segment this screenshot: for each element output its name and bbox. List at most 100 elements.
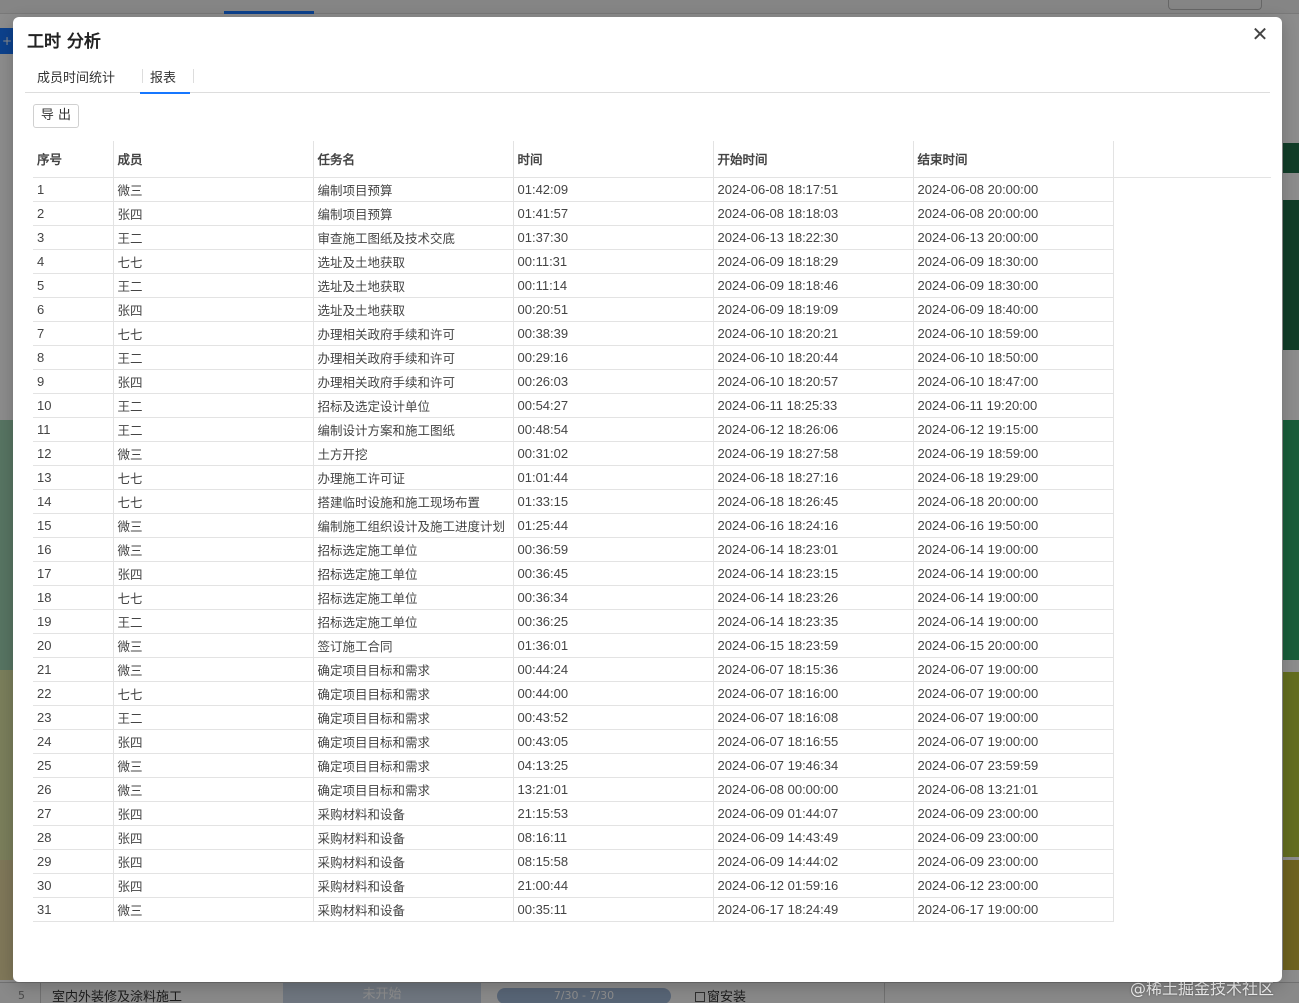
cell-index: 17 <box>33 561 114 586</box>
cell-end-time: 2024-06-09 18:30:00 <box>913 249 1114 274</box>
cell-index: 6 <box>33 297 114 322</box>
table-row[interactable]: 12 微三 土方开挖 00:31:02 2024-06-19 18:27:58 2024-… <box>33 441 1271 466</box>
cell-task: 搭建临时设施和施工现场布置 <box>313 489 514 514</box>
table-row[interactable]: 18 七七 招标选定施工单位 00:36:34 2024-06-14 18:23:26 2… <box>33 585 1271 610</box>
cell-index: 23 <box>33 705 114 730</box>
table-row[interactable]: 26 微三 确定项目目标和需求 13:21:01 2024-06-08 00:00:00… <box>33 777 1271 802</box>
table-row[interactable]: 19 王二 招标选定施工单位 00:36:25 2024-06-14 18:23:35 2… <box>33 609 1271 634</box>
table-row[interactable]: 16 微三 招标选定施工单位 00:36:59 2024-06-14 18:23:01 2… <box>33 537 1271 562</box>
cell-filler <box>1113 849 1271 873</box>
cell-start-time: 2024-06-14 18:23:01 <box>713 537 914 562</box>
cell-index: 20 <box>33 633 114 658</box>
cell-start-time: 2024-06-12 18:26:06 <box>713 417 914 442</box>
table-row[interactable]: 27 张四 采购材料和设备 21:15:53 2024-06-09 01:44:07 20… <box>33 801 1271 826</box>
cell-task: 办理施工许可证 <box>313 465 514 490</box>
cell-end-time: 2024-06-14 19:00:00 <box>913 585 1114 610</box>
cell-index: 4 <box>33 249 114 274</box>
cell-task: 招标选定施工单位 <box>313 561 514 586</box>
cell-duration: 08:16:11 <box>513 825 714 850</box>
table-row[interactable]: 2 张四 编制项目预算 01:41:57 2024-06-08 18:18:03 2024… <box>33 201 1271 226</box>
cell-start-time: 2024-06-17 18:24:49 <box>713 897 914 922</box>
cell-start-time: 2024-06-18 18:27:16 <box>713 465 914 490</box>
table-row[interactable]: 14 七七 搭建临时设施和施工现场布置 01:33:15 2024-06-18 18:2… <box>33 489 1271 514</box>
cell-task: 签订施工合同 <box>313 633 514 658</box>
table-row[interactable]: 22 七七 确定项目目标和需求 00:44:00 2024-06-07 18:16:00… <box>33 681 1271 706</box>
table-row[interactable]: 31 微三 采购材料和设备 00:35:11 2024-06-17 18:24:49 20… <box>33 897 1271 922</box>
table-body: 1 微三 编制项目预算 01:42:09 2024-06-08 18:17:51 2024… <box>33 177 1271 922</box>
cell-end-time: 2024-06-12 19:15:00 <box>913 417 1114 442</box>
cell-start-time: 2024-06-14 18:23:35 <box>713 609 914 634</box>
table-row[interactable]: 24 张四 确定项目目标和需求 00:43:05 2024-06-07 18:16:55… <box>33 729 1271 754</box>
cell-end-time: 2024-06-10 18:50:00 <box>913 345 1114 370</box>
cell-filler <box>1113 537 1271 561</box>
cell-task: 确定项目目标和需求 <box>313 681 514 706</box>
table-row[interactable]: 29 张四 采购材料和设备 08:15:58 2024-06-09 14:44:02 20… <box>33 849 1271 874</box>
table-row[interactable]: 15 微三 编制施工组织设计及施工进度计划 01:25:44 2024-06-16 18… <box>33 513 1271 538</box>
cell-duration: 00:44:24 <box>513 657 714 682</box>
cell-end-time: 2024-06-14 19:00:00 <box>913 561 1114 586</box>
table-row[interactable]: 9 张四 办理相关政府手续和许可 00:26:03 2024-06-10 18:20:5… <box>33 369 1271 394</box>
cell-member: 微三 <box>113 633 314 658</box>
cell-duration: 00:36:25 <box>513 609 714 634</box>
cell-index: 2 <box>33 201 114 226</box>
cell-index: 14 <box>33 489 114 514</box>
cell-task: 选址及土地获取 <box>313 297 514 322</box>
cell-duration: 00:26:03 <box>513 369 714 394</box>
cell-filler <box>1113 561 1271 585</box>
cell-member: 张四 <box>113 873 314 898</box>
table-row[interactable]: 4 七七 选址及土地获取 00:11:31 2024-06-09 18:18:29 202… <box>33 249 1271 274</box>
cell-task: 编制设计方案和施工图纸 <box>313 417 514 442</box>
export-button[interactable]: 导 出 <box>33 104 79 128</box>
cell-end-time: 2024-06-15 20:00:00 <box>913 633 1114 658</box>
table-row[interactable]: 25 微三 确定项目目标和需求 04:13:25 2024-06-07 19:46:34… <box>33 753 1271 778</box>
table-row[interactable]: 3 王二 审查施工图纸及技术交底 01:37:30 2024-06-13 18:22:3… <box>33 225 1271 250</box>
cell-filler <box>1113 873 1271 897</box>
table-row[interactable]: 21 微三 确定项目目标和需求 00:44:24 2024-06-07 18:15:36… <box>33 657 1271 682</box>
cell-start-time: 2024-06-09 18:18:46 <box>713 273 914 298</box>
cell-task: 确定项目目标和需求 <box>313 657 514 682</box>
table-row[interactable]: 13 七七 办理施工许可证 01:01:44 2024-06-18 18:27:16 20… <box>33 465 1271 490</box>
cell-filler <box>1113 489 1271 513</box>
cell-start-time: 2024-06-16 18:24:16 <box>713 513 914 538</box>
table-row[interactable]: 20 微三 签订施工合同 01:36:01 2024-06-15 18:23:59 202… <box>33 633 1271 658</box>
cell-end-time: 2024-06-12 23:00:00 <box>913 873 1114 898</box>
tab-separator <box>193 69 194 83</box>
table-row[interactable]: 28 张四 采购材料和设备 08:16:11 2024-06-09 14:43:49 20… <box>33 825 1271 850</box>
table-row[interactable]: 5 王二 选址及土地获取 00:11:14 2024-06-09 18:18:46 202… <box>33 273 1271 298</box>
cell-member: 王二 <box>113 609 314 634</box>
modal-tabs: 成员时间统计 报表 <box>25 61 1270 94</box>
table-row[interactable]: 17 张四 招标选定施工单位 00:36:45 2024-06-14 18:23:15 2… <box>33 561 1271 586</box>
cell-task: 招标及选定设计单位 <box>313 393 514 418</box>
close-icon[interactable]: ✕ <box>1249 23 1271 45</box>
cell-task: 办理相关政府手续和许可 <box>313 345 514 370</box>
cell-member: 王二 <box>113 273 314 298</box>
table-row[interactable]: 23 王二 确定项目目标和需求 00:43:52 2024-06-07 18:16:08… <box>33 705 1271 730</box>
table-row[interactable]: 6 张四 选址及土地获取 00:20:51 2024-06-09 18:19:09 202… <box>33 297 1271 322</box>
cell-end-time: 2024-06-07 19:00:00 <box>913 681 1114 706</box>
cell-member: 张四 <box>113 801 314 826</box>
tab-report[interactable]: 报表 <box>140 67 191 94</box>
cell-end-time: 2024-06-07 19:00:00 <box>913 729 1114 754</box>
table-row[interactable]: 8 王二 办理相关政府手续和许可 00:29:16 2024-06-10 18:20:4… <box>33 345 1271 370</box>
cell-duration: 00:36:34 <box>513 585 714 610</box>
cell-end-time: 2024-06-08 13:21:01 <box>913 777 1114 802</box>
cell-filler <box>1113 369 1271 393</box>
cell-duration: 21:00:44 <box>513 873 714 898</box>
table-row[interactable]: 11 王二 编制设计方案和施工图纸 00:48:54 2024-06-12 18:26:… <box>33 417 1271 442</box>
table-row[interactable]: 1 微三 编制项目预算 01:42:09 2024-06-08 18:17:51 2024… <box>33 177 1271 202</box>
cell-start-time: 2024-06-07 18:16:00 <box>713 681 914 706</box>
tab-member-time-stats[interactable]: 成员时间统计 <box>37 67 115 92</box>
cell-filler <box>1113 417 1271 441</box>
cell-start-time: 2024-06-09 14:43:49 <box>713 825 914 850</box>
column-header-task: 任务名 <box>313 141 514 178</box>
cell-duration: 00:20:51 <box>513 297 714 322</box>
table-row[interactable]: 7 七七 办理相关政府手续和许可 00:38:39 2024-06-10 18:20:2… <box>33 321 1271 346</box>
cell-task: 编制施工组织设计及施工进度计划 <box>313 513 514 538</box>
cell-member: 张四 <box>113 849 314 874</box>
cell-duration: 00:48:54 <box>513 417 714 442</box>
table-row[interactable]: 30 张四 采购材料和设备 21:00:44 2024-06-12 01:59:16 20… <box>33 873 1271 898</box>
cell-start-time: 2024-06-07 18:16:08 <box>713 705 914 730</box>
table-row[interactable]: 10 王二 招标及选定设计单位 00:54:27 2024-06-11 18:25:33… <box>33 393 1271 418</box>
cell-start-time: 2024-06-12 01:59:16 <box>713 873 914 898</box>
cell-index: 10 <box>33 393 114 418</box>
